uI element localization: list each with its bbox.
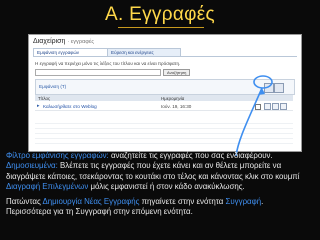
search-input[interactable] (35, 69, 161, 76)
trash-icon[interactable] (280, 103, 287, 110)
filter-dropdown[interactable]: Εμφάνιση (Τ) (39, 84, 66, 89)
title-underline (118, 27, 204, 28)
paragraph-filter: Φίλτρο εμφάνισης εγγραφών: αναζητείτε τι… (6, 151, 318, 193)
p2-text-d: Περισσότερα για τη Συγγραφή στην επόμενη… (6, 207, 193, 217)
slide-title: Α. Εγγραφές (0, 4, 320, 28)
paragraph-new-entry: Πατώντας Δημιουργία Νέας Εγγραφής πηγαίν… (6, 197, 318, 218)
delete-selected-term: Διαγραφή Επιλεγμένων (6, 182, 89, 192)
p1-text-a: αναζητείτε τις εγγραφές που σας ενδιαφέρ… (108, 151, 273, 160)
published-term: Δημοσιευμένα: (6, 161, 58, 171)
table-header: Τίτλος Ημερομηνία (35, 95, 293, 101)
entries-toolbar: Εμφάνιση (Τ) (35, 79, 295, 95)
column-title[interactable]: Τίτλος (38, 96, 50, 101)
tab-bar: Εμφάνιση εγγραφών Εύρεση και ενέργειες (33, 48, 297, 57)
p2-text-b: πηγαίνετε στην ενότητα (139, 197, 226, 206)
search-button[interactable]: Αναζήτηση (163, 69, 191, 76)
new-entry-icon[interactable] (264, 83, 274, 93)
select-checkbox[interactable] (255, 103, 261, 110)
entry-date: Ιούν. 19, 16:30 (161, 103, 192, 109)
empty-rows (35, 123, 293, 148)
p1-text-c: μόλις εμφανιστεί ή στον κάδο ανακύκλωσης… (88, 182, 245, 192)
breadcrumb-root[interactable]: Διαχείριση (33, 38, 65, 45)
edit-icon[interactable] (264, 103, 271, 110)
search-hint: Η εγγραφή να περιέχει μόνο τις λέξεις το… (35, 61, 181, 66)
breadcrumb-sub: · εγγραφές (67, 39, 95, 45)
column-date[interactable]: Ημερομηνία (161, 96, 184, 101)
tab-show-entries[interactable]: Εμφάνιση εγγραφών (33, 48, 109, 56)
p2-text-a: Πατώντας (6, 197, 43, 206)
p2-text-c: . (261, 197, 264, 206)
table-row[interactable]: ▸ Καλωσήρθατε στο Weblog Ιούν. 19, 16:30 (35, 102, 293, 111)
delete-icon[interactable] (274, 83, 284, 93)
filter-term: Φίλτρο εμφάνισης εγγραφών: (6, 151, 109, 160)
entry-title-link[interactable]: Καλωσήρθατε στο Weblog (43, 104, 97, 109)
tab-find-actions[interactable]: Εύρεση και ενέργειες (107, 48, 181, 56)
expand-arrow-icon[interactable]: ▸ (37, 103, 40, 109)
new-entry-term: Δημιουργία Νέας Εγγραφής (42, 197, 140, 206)
view-icon[interactable] (272, 103, 279, 110)
authoring-term: Συγγραφή (225, 197, 262, 206)
breadcrumb: Διαχείριση · εγγραφές (33, 38, 94, 45)
embedded-screenshot: Διαχείριση · εγγραφές Εμφάνιση εγγραφών … (28, 34, 302, 152)
slide-title-text: Α. Εγγραφές (105, 4, 215, 25)
